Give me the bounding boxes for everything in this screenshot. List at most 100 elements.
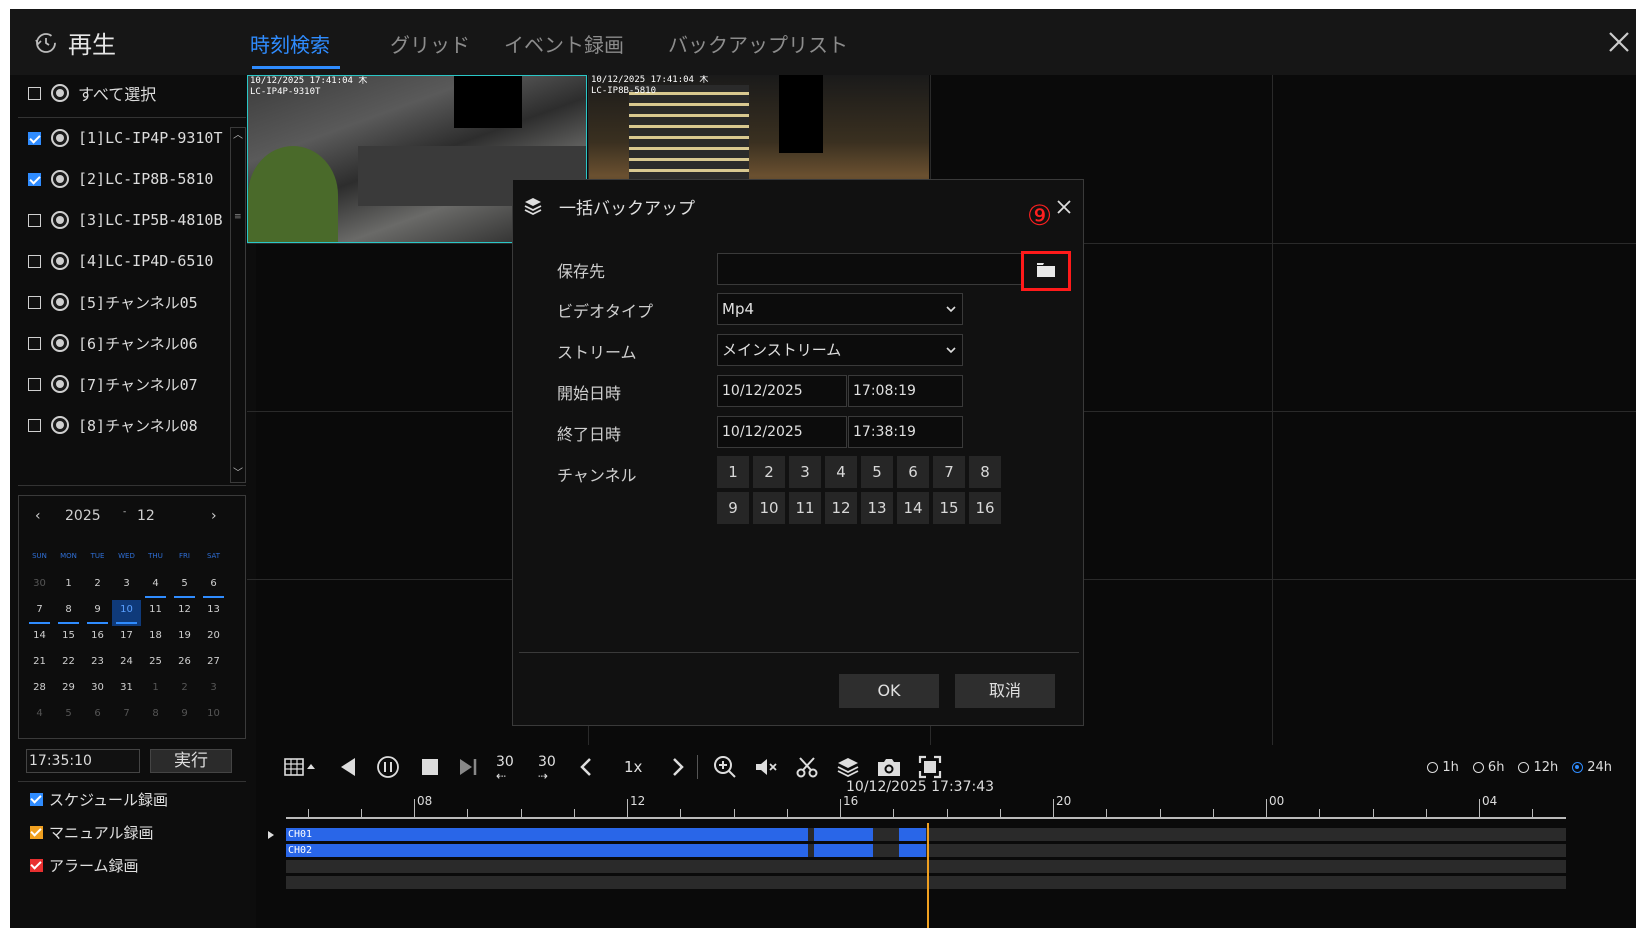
timeline-track-ch01[interactable]: CH01 xyxy=(286,828,1566,841)
legend-checkbox[interactable] xyxy=(30,859,43,872)
calendar-day[interactable]: 31 xyxy=(112,678,141,704)
radio-button[interactable] xyxy=(1427,762,1439,773)
snapshot-camera-icon[interactable] xyxy=(876,755,902,779)
calendar-day[interactable]: 6 xyxy=(83,704,112,730)
calendar-day[interactable]: 8 xyxy=(54,600,83,626)
range-option-24h[interactable]: 24h xyxy=(1572,760,1612,775)
next-month-icon[interactable]: › xyxy=(211,508,217,524)
time-search-input[interactable]: 17:35:10 xyxy=(26,749,140,773)
calendar-day[interactable]: 24 xyxy=(112,652,141,678)
calendar-day[interactable]: 29 xyxy=(54,678,83,704)
radio-button[interactable] xyxy=(1572,762,1584,773)
expand-tracks-icon[interactable] xyxy=(266,830,276,840)
calendar-day[interactable]: 22 xyxy=(54,652,83,678)
calendar-day[interactable]: 20 xyxy=(199,626,228,652)
prev-month-icon[interactable]: ‹ xyxy=(35,508,41,524)
calendar-day[interactable]: 2 xyxy=(83,574,112,600)
calendar-day[interactable]: 7 xyxy=(25,600,54,626)
channel-button-7[interactable]: 7 xyxy=(933,456,965,488)
channel-button-11[interactable]: 11 xyxy=(789,492,821,524)
calendar-day[interactable]: 10 xyxy=(112,600,141,626)
channel-row-8[interactable]: [8]チャンネル08 xyxy=(28,413,198,437)
dest-input[interactable] xyxy=(717,253,1023,285)
calendar-day[interactable]: 9 xyxy=(170,704,199,730)
channel-button-8[interactable]: 8 xyxy=(969,456,1001,488)
channel-checkbox[interactable] xyxy=(28,295,41,309)
tab-event-recording[interactable]: イベント録画 xyxy=(504,29,624,58)
tab-grid[interactable]: グリッド xyxy=(390,29,470,58)
channel-row-3[interactable]: [3]LC-IP5B-4810B xyxy=(28,208,223,232)
channel-row-2[interactable]: [2]LC-IP8B-5810 xyxy=(28,167,213,191)
legend-manual[interactable]: マニュアル録画 xyxy=(30,822,154,843)
scissors-icon[interactable] xyxy=(796,755,818,779)
calendar-day[interactable]: 17 xyxy=(112,626,141,652)
scroll-grip-icon[interactable]: ≡ xyxy=(234,212,242,222)
start-time-input[interactable]: 17:08:19 xyxy=(848,375,963,407)
video-type-select[interactable]: Mp4 xyxy=(717,293,963,325)
calendar-day[interactable]: 13 xyxy=(199,600,228,626)
channel-button-16[interactable]: 16 xyxy=(969,492,1001,524)
calendar-day[interactable]: 16 xyxy=(83,626,112,652)
channel-button-5[interactable]: 5 xyxy=(861,456,893,488)
calendar-day[interactable]: 14 xyxy=(25,626,54,652)
legend-checkbox[interactable] xyxy=(30,793,43,806)
calendar-day[interactable]: 12 xyxy=(170,600,199,626)
channel-row-7[interactable]: [7]チャンネル07 xyxy=(28,372,198,396)
ok-button[interactable]: OK xyxy=(839,674,939,708)
calendar-day[interactable]: 15 xyxy=(54,626,83,652)
playhead[interactable] xyxy=(927,823,929,928)
faster-icon[interactable] xyxy=(670,755,686,779)
channel-checkbox[interactable] xyxy=(28,377,41,391)
calendar-day[interactable]: 30 xyxy=(25,574,54,600)
stream-select[interactable]: メインストリーム xyxy=(717,334,963,366)
step-forward-icon[interactable] xyxy=(458,755,480,779)
calendar-day[interactable]: 5 xyxy=(54,704,83,730)
calendar-day[interactable]: 11 xyxy=(141,600,170,626)
calendar-year[interactable]: 2025 xyxy=(65,508,101,524)
calendar-day[interactable]: 7 xyxy=(112,704,141,730)
calendar-day[interactable]: 3 xyxy=(112,574,141,600)
channel-checkbox[interactable] xyxy=(28,254,41,268)
calendar-day[interactable]: 8 xyxy=(141,704,170,730)
cancel-button[interactable]: 取消 xyxy=(955,674,1055,708)
end-date-input[interactable]: 10/12/2025 xyxy=(717,416,847,448)
channel-row-1[interactable]: [1]LC-IP4P-9310T xyxy=(28,126,223,150)
channel-button-6[interactable]: 6 xyxy=(897,456,929,488)
execute-button[interactable]: 実行 xyxy=(150,749,232,773)
select-all-row[interactable]: すべて選択 xyxy=(28,81,156,105)
end-time-input[interactable]: 17:38:19 xyxy=(848,416,963,448)
layout-grid-icon[interactable] xyxy=(284,755,316,779)
calendar-day[interactable]: 21 xyxy=(25,652,54,678)
calendar-day[interactable]: 30 xyxy=(83,678,112,704)
stop-icon[interactable] xyxy=(420,755,440,779)
channel-row-5[interactable]: [5]チャンネル05 xyxy=(28,290,198,314)
channel-button-13[interactable]: 13 xyxy=(861,492,893,524)
close-icon[interactable] xyxy=(1057,200,1071,214)
radio-button[interactable] xyxy=(1472,762,1484,773)
channel-button-4[interactable]: 4 xyxy=(825,456,857,488)
timeline-track-ch02[interactable]: CH02 xyxy=(286,844,1566,857)
radio-button[interactable] xyxy=(1518,762,1530,773)
mute-icon[interactable] xyxy=(754,755,780,779)
channel-checkbox[interactable] xyxy=(28,213,41,227)
calendar-day[interactable]: 4 xyxy=(141,574,170,600)
channel-checkbox[interactable] xyxy=(28,336,41,350)
timeline-track-empty[interactable] xyxy=(286,876,1566,889)
calendar-day[interactable]: 3 xyxy=(199,678,228,704)
channel-button-14[interactable]: 14 xyxy=(897,492,929,524)
range-option-12h[interactable]: 12h xyxy=(1518,760,1558,775)
browse-folder-button[interactable] xyxy=(1021,251,1071,291)
close-window-icon[interactable] xyxy=(1604,27,1634,57)
calendar-day[interactable]: 18 xyxy=(141,626,170,652)
start-date-input[interactable]: 10/12/2025 xyxy=(717,375,847,407)
calendar-day[interactable]: 26 xyxy=(170,652,199,678)
calendar-day[interactable]: 27 xyxy=(199,652,228,678)
scroll-down-icon[interactable]: ﹀ xyxy=(232,467,244,481)
calendar-day[interactable]: 2 xyxy=(170,678,199,704)
calendar-day[interactable]: 6 xyxy=(199,574,228,600)
channel-row-4[interactable]: [4]LC-IP4D-6510 xyxy=(28,249,213,273)
select-all-checkbox[interactable] xyxy=(28,86,41,100)
channel-list-scrollbar[interactable]: ︿ ≡ ﹀ xyxy=(230,127,246,483)
legend-schedule[interactable]: スケジュール録画 xyxy=(30,789,168,810)
channel-button-15[interactable]: 15 xyxy=(933,492,965,524)
